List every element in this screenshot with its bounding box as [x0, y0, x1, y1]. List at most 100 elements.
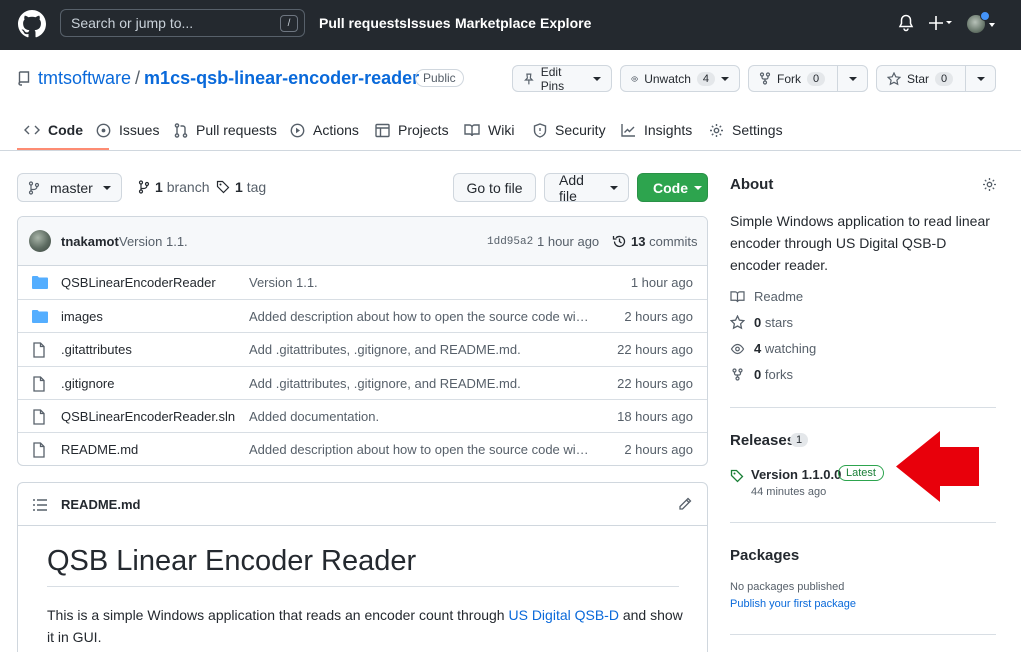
- watching-link[interactable]: 4 watching: [730, 341, 816, 356]
- folder-icon: [32, 276, 48, 289]
- caret-down-icon: [976, 76, 985, 81]
- file-commit-message[interactable]: Added description about how to open the …: [249, 309, 589, 324]
- watching-count: 4: [754, 341, 762, 356]
- latest-commit-bar: tnakamot Version 1.1. 1dd95a2 1 hour ago…: [18, 217, 707, 266]
- latest-release-link[interactable]: Version 1.1.0.0: [751, 467, 841, 482]
- file-name-link[interactable]: images: [61, 309, 103, 324]
- search-input[interactable]: Search or jump to... /: [60, 9, 305, 37]
- file-name-link[interactable]: QSBLinearEncoderReader: [61, 275, 216, 290]
- file-icon: [33, 376, 45, 392]
- file-name-link[interactable]: .gitattributes: [61, 342, 132, 357]
- file-row[interactable]: README.md Added description about how to…: [18, 432, 707, 465]
- branch-icon: [138, 180, 150, 194]
- file-name-link[interactable]: QSBLinearEncoderReader.sln: [61, 409, 235, 424]
- unwatch-button[interactable]: Unwatch 4: [620, 65, 740, 92]
- readme-link[interactable]: Readme: [730, 289, 803, 304]
- tab-code[interactable]: Code: [24, 122, 83, 138]
- list-icon[interactable]: [33, 499, 47, 511]
- commits-count: 13: [631, 234, 646, 249]
- star-icon: [887, 71, 901, 85]
- search-shortcut-badge: /: [280, 15, 298, 32]
- avatar[interactable]: [29, 230, 51, 252]
- tab-security[interactable]: Security: [533, 122, 606, 138]
- tab-insights[interactable]: Insights: [621, 122, 692, 138]
- shield-icon: [533, 122, 547, 138]
- caret-down-icon: [610, 185, 618, 190]
- star-button[interactable]: Star 0: [876, 65, 996, 92]
- file-commit-message[interactable]: Added description about how to open the …: [249, 442, 589, 457]
- status-dot-icon: [980, 11, 990, 21]
- add-file-button[interactable]: Add file: [544, 172, 629, 204]
- file-row[interactable]: images Added description about how to op…: [18, 299, 707, 332]
- file-commit-message[interactable]: Add .gitattributes, .gitignore, and READ…: [249, 376, 589, 391]
- fork-button[interactable]: Fork 0: [748, 65, 868, 92]
- edit-pins-button[interactable]: Edit Pins: [512, 65, 612, 93]
- file-commit-message[interactable]: Version 1.1.: [249, 275, 589, 290]
- tags-link[interactable]: 1 tag: [216, 179, 266, 195]
- file-name-link[interactable]: README.md: [61, 442, 138, 457]
- file-row[interactable]: QSBLinearEncoderReader Version 1.1. 1 ho…: [18, 266, 707, 299]
- commit-message-link[interactable]: Version 1.1.: [119, 234, 188, 249]
- user-avatar[interactable]: [967, 11, 995, 35]
- tab-code-label: Code: [48, 122, 83, 138]
- file-commit-time: 22 hours ago: [617, 342, 693, 357]
- gear-icon[interactable]: [982, 177, 997, 192]
- star-icon: [730, 315, 745, 330]
- nav-pull-requests[interactable]: Pull requests: [319, 15, 407, 31]
- tab-settings[interactable]: Settings: [709, 122, 783, 138]
- repo-icon: [18, 71, 30, 86]
- commit-sha-link[interactable]: 1dd95a2: [487, 236, 533, 248]
- readme-link-label: Readme: [754, 289, 804, 304]
- stars-link[interactable]: 0 stars: [730, 315, 793, 330]
- sidebar-divider: [730, 634, 996, 635]
- readme-filename: README.md: [61, 497, 141, 512]
- commit-author-link[interactable]: tnakamot: [61, 234, 119, 249]
- forks-link[interactable]: 0 forks: [730, 367, 793, 382]
- bell-icon[interactable]: [898, 14, 914, 32]
- branch-selector[interactable]: master: [17, 173, 122, 202]
- eye-icon: [730, 343, 745, 354]
- plus-icon[interactable]: [929, 15, 953, 31]
- commit-time[interactable]: 1 hour ago: [537, 234, 599, 249]
- releases-heading[interactable]: Releases: [730, 432, 795, 449]
- file-row[interactable]: .gitattributes Add .gitattributes, .giti…: [18, 332, 707, 365]
- github-logo-icon[interactable]: [18, 10, 46, 38]
- tab-projects[interactable]: Projects: [375, 122, 449, 138]
- code-button[interactable]: Code: [637, 173, 708, 202]
- watching-label: watching: [764, 341, 817, 356]
- tab-actions[interactable]: Actions: [290, 122, 359, 138]
- commits-link[interactable]: 13 commits: [612, 234, 697, 249]
- tab-settings-label: Settings: [732, 122, 783, 138]
- nav-issues[interactable]: Issues: [407, 15, 451, 31]
- file-row[interactable]: .gitignore Add .gitattributes, .gitignor…: [18, 366, 707, 399]
- branches-link[interactable]: 1 branch: [138, 179, 210, 195]
- file-commit-message[interactable]: Add .gitattributes, .gitignore, and READ…: [249, 342, 589, 357]
- release-time: 44 minutes ago: [751, 486, 827, 498]
- fork-dropdown-button[interactable]: [837, 66, 867, 91]
- active-tab-indicator: [17, 148, 109, 150]
- file-commit-time: 22 hours ago: [617, 376, 693, 391]
- readme-text-before: This is a simple Windows application tha…: [47, 607, 509, 623]
- tab-pull-requests[interactable]: Pull requests: [174, 122, 277, 138]
- repo-name-link[interactable]: m1cs-qsb-linear-encoder-reader: [144, 68, 419, 88]
- tab-wiki[interactable]: Wiki: [464, 122, 514, 138]
- star-dropdown-button[interactable]: [965, 66, 995, 91]
- file-row[interactable]: QSBLinearEncoderReader.sln Added documen…: [18, 399, 707, 432]
- file-commit-message[interactable]: Added documentation.: [249, 409, 589, 424]
- tab-issues-label: Issues: [119, 122, 160, 138]
- nav-explore[interactable]: Explore: [540, 15, 591, 31]
- go-to-file-button[interactable]: Go to file: [453, 173, 536, 202]
- about-heading: About: [730, 176, 774, 193]
- us-digital-link[interactable]: US Digital QSB-D: [508, 607, 618, 623]
- gear-icon: [710, 123, 723, 137]
- tab-security-label: Security: [555, 122, 606, 138]
- repo-owner-link[interactable]: tmtsoftware: [38, 68, 131, 88]
- publish-package-link[interactable]: Publish your first package: [730, 598, 856, 610]
- file-name-link[interactable]: .gitignore: [61, 376, 114, 391]
- packages-heading[interactable]: Packages: [730, 547, 799, 564]
- tab-issues[interactable]: Issues: [96, 122, 159, 138]
- about-description: Simple Windows application to read linea…: [730, 213, 990, 273]
- file-browser: tnakamot Version 1.1. 1dd95a2 1 hour ago…: [17, 216, 708, 466]
- pencil-icon[interactable]: [678, 497, 692, 511]
- nav-marketplace[interactable]: Marketplace: [455, 15, 536, 31]
